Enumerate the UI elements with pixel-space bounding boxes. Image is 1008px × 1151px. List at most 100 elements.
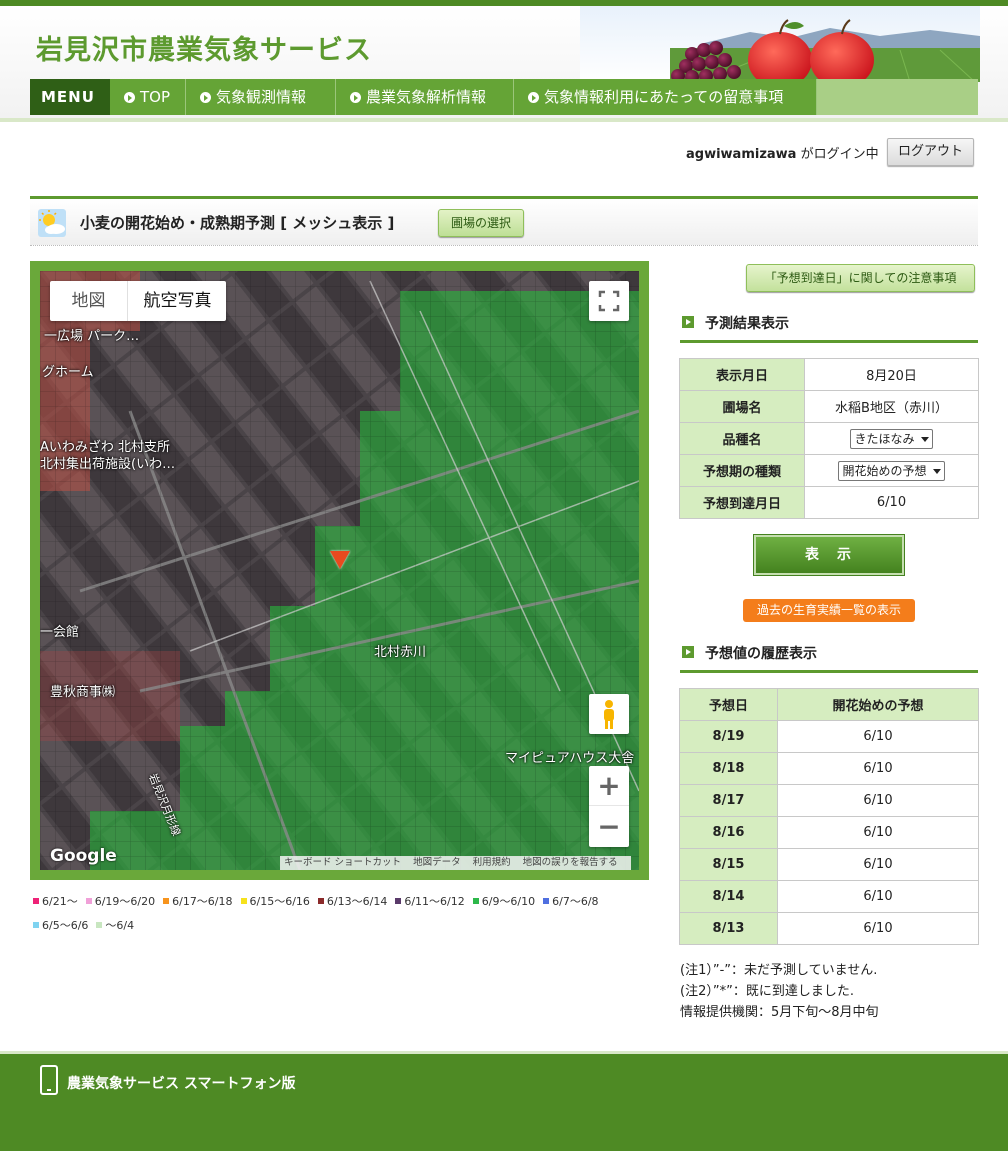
menu-label: MENU xyxy=(30,79,110,115)
variety-select[interactable]: きたほなみ xyxy=(850,428,933,449)
table-row: 予想到達月日 6/10 xyxy=(679,486,979,519)
table-row: 8/15 6/10 xyxy=(679,848,979,881)
play-circle-icon xyxy=(350,92,361,103)
forecast-notice-button[interactable]: 「予想到達日」に関しての注意事項 xyxy=(746,264,975,292)
result-heading-text: 予測結果表示 xyxy=(705,316,789,332)
show-button[interactable]: 表 示 xyxy=(753,534,905,576)
table-row: 8/18 6/10 xyxy=(679,752,979,785)
nav-item-usage-notes[interactable]: 気象情報利用にあたっての留意事項 xyxy=(514,79,817,115)
row-label: 品種名 xyxy=(679,422,805,455)
forecast-type-select[interactable]: 開花始めの予想 xyxy=(838,460,945,481)
map-type-map-button[interactable]: 地図 xyxy=(50,281,128,321)
nav-item-top[interactable]: TOP xyxy=(110,79,186,115)
history-value: 6/10 xyxy=(777,912,979,945)
nav-item-agri-analysis[interactable]: 農業気象解析情報 xyxy=(336,79,514,115)
history-date: 8/14 xyxy=(679,880,778,913)
map-type-aerial-button[interactable]: 航空写真 xyxy=(129,281,226,321)
legend-label: 6/15～6/16 xyxy=(249,895,310,908)
zoom-out-button[interactable]: − xyxy=(589,807,629,847)
row-label: 圃場名 xyxy=(679,390,805,423)
row-label: 表示月日 xyxy=(679,358,805,391)
fullscreen-button[interactable] xyxy=(589,281,629,321)
history-date: 8/16 xyxy=(679,816,778,849)
legend-item: 6/17～6/18 xyxy=(163,890,233,914)
table-row: 予想期の種類 開花始めの予想 xyxy=(679,454,979,487)
past-growth-records-button[interactable]: 過去の生育実績一覧の表示 xyxy=(743,599,915,622)
play-circle-icon xyxy=(200,92,211,103)
notes: (注1）”-”：未だ予測していません. (注2）”*”：既に到達しました. 情報… xyxy=(680,960,879,1023)
zoom-in-button[interactable]: + xyxy=(589,766,629,806)
report-error-link[interactable]: 地図の誤りを報告する xyxy=(523,857,618,868)
terms-link[interactable]: 利用規約 xyxy=(473,857,511,868)
keyboard-shortcuts-link[interactable]: キーボード ショートカット xyxy=(284,857,401,868)
table-row: 8/16 6/10 xyxy=(679,816,979,849)
site-title[interactable]: 岩見沢市農業気象サービス xyxy=(36,28,372,67)
legend-swatch xyxy=(96,922,103,928)
login-status-text: がログイン中 xyxy=(800,147,879,162)
history-table: 予想日 開花始めの予想 8/19 6/10 8/18 6/10 8/17 6/10 8/… xyxy=(679,688,979,945)
header-fruit-illustration xyxy=(580,6,980,82)
table-row: 8/14 6/10 xyxy=(679,880,979,913)
map-type-control: 地図 航空写真 xyxy=(50,281,226,321)
history-date: 8/15 xyxy=(679,848,778,881)
table-row: 品種名 きたほなみ xyxy=(679,422,979,455)
table-header-row: 予想日 開花始めの予想 xyxy=(679,688,979,721)
login-user: agwiwamizawa xyxy=(686,147,797,162)
footer: 農業気象サービス スマートフォン版 xyxy=(0,1051,1008,1151)
field-location-marker-icon[interactable] xyxy=(330,551,350,569)
mesh-legend: 6/21～ 6/19～6/20 6/17～6/18 6/15～6/16 6/13～6/1… xyxy=(33,890,648,938)
map-frame: 一広場 パーク… グホーム Aいわみざわ 北村支所 北村集出荷施設(いわ… 一会… xyxy=(30,261,649,880)
fullscreen-icon xyxy=(598,290,620,312)
map-data-link[interactable]: 地図データ xyxy=(413,857,461,868)
smartphone-icon xyxy=(40,1065,58,1095)
legend-swatch xyxy=(543,898,550,904)
map-attribution: キーボード ショートカット 地図データ 利用規約 地図の誤りを報告する xyxy=(280,856,631,870)
forecast-type-cell: 開花始めの予想 xyxy=(804,454,979,487)
history-value: 6/10 xyxy=(777,784,979,817)
nav-item-weather-observation[interactable]: 気象観測情報 xyxy=(186,79,336,115)
nav-underline xyxy=(0,118,1008,122)
history-value: 6/10 xyxy=(777,816,979,849)
legend-swatch xyxy=(163,898,170,904)
smartphone-version-link[interactable]: 農業気象サービス スマートフォン版 xyxy=(67,1073,295,1093)
logout-button[interactable]: ログアウト xyxy=(887,138,974,166)
variety-cell: きたほなみ xyxy=(804,422,979,455)
map-label: マイピュアハウス大舎 xyxy=(505,751,635,766)
chevron-down-icon xyxy=(920,436,929,442)
heading-marker-icon xyxy=(682,316,694,328)
history-value: 6/10 xyxy=(777,880,979,913)
history-date: 8/18 xyxy=(679,752,778,785)
section-header: 小麦の開花始め・成熟期予測 [ メッシュ表示 ] 圃場の選択 xyxy=(30,196,978,246)
legend-label: 6/11～6/12 xyxy=(404,895,465,908)
row-label: 予想期の種類 xyxy=(679,454,805,487)
table-row: 圃場名 水稲B地区（赤川） xyxy=(679,390,979,423)
legend-swatch xyxy=(317,898,324,904)
history-value: 6/10 xyxy=(777,752,979,785)
legend-label: 6/19～6/20 xyxy=(94,895,156,908)
chevron-down-icon xyxy=(932,468,941,474)
legend-swatch xyxy=(240,898,247,904)
street-view-pegman-button[interactable] xyxy=(589,694,629,734)
note-line: (注2）”*”：既に到達しました. xyxy=(680,984,854,999)
column-header: 開花始めの予想 xyxy=(777,688,979,721)
legend-swatch xyxy=(85,898,92,904)
legend-label: 6/7～6/8 xyxy=(552,895,599,908)
history-value: 6/10 xyxy=(777,720,979,753)
result-heading: 予測結果表示 xyxy=(680,313,978,343)
legend-label: 6/9～6/10 xyxy=(481,895,536,908)
map-label: 一会館 xyxy=(40,625,80,640)
table-row: 8/19 6/10 xyxy=(679,720,979,753)
forecast-type-selected: 開花始めの予想 xyxy=(842,463,927,478)
legend-swatch xyxy=(395,898,402,904)
zoom-control: + − xyxy=(589,766,629,847)
google-logo: Google xyxy=(50,846,117,866)
legend-swatch xyxy=(33,922,39,928)
map-label: 北村赤川 xyxy=(374,645,427,660)
map-label: 一広場 パーク… xyxy=(44,329,140,344)
variety-selected: きたほなみ xyxy=(854,431,915,446)
field-select-button[interactable]: 圃場の選択 xyxy=(438,209,524,237)
heading-marker-icon xyxy=(682,646,694,658)
legend-label: 6/5～6/6 xyxy=(42,919,89,932)
mesh-map[interactable]: 一広場 パーク… グホーム Aいわみざわ 北村支所 北村集出荷施設(いわ… 一会… xyxy=(40,271,639,870)
legend-item: 6/7～6/8 xyxy=(543,890,599,914)
